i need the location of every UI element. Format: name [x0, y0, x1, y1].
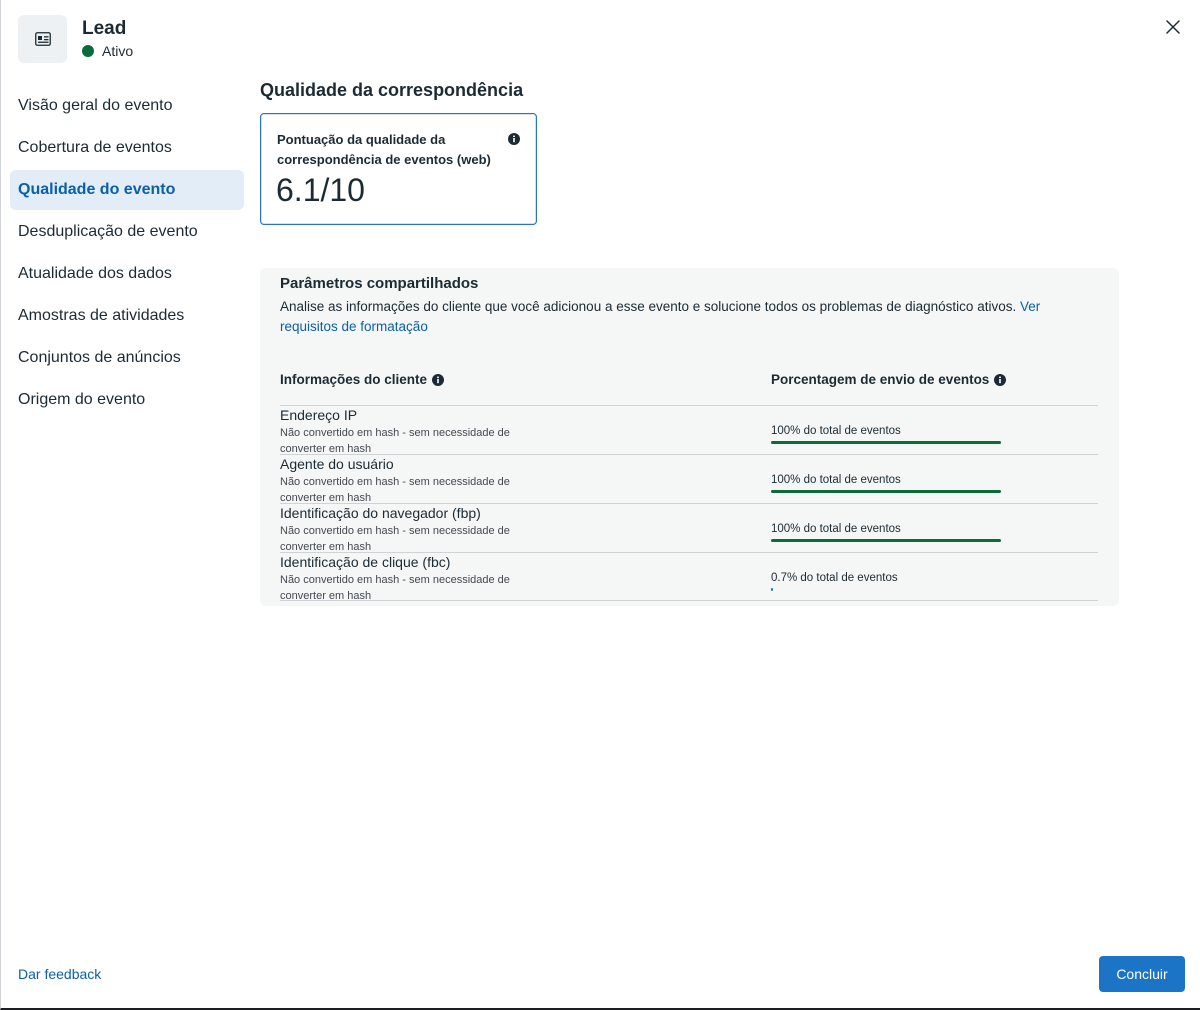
parameter-name: Endereço IP	[280, 407, 358, 423]
sidebar-item-cobertura[interactable]: Cobertura de eventos	[10, 128, 244, 168]
table-row: Identificação do navegador (fbp) Não con…	[280, 503, 1098, 553]
params-description-text: Analise as informações do cliente que vo…	[280, 299, 1020, 314]
column-header-send-percentage: Porcentagem de envio de eventos	[771, 372, 1007, 387]
close-button[interactable]	[1162, 16, 1184, 38]
sidebar-item-amostras[interactable]: Amostras de atividades	[10, 296, 244, 336]
progress-bar-fill	[771, 490, 1001, 493]
params-title: Parâmetros compartilhados	[280, 275, 479, 292]
progress-bar	[771, 441, 1001, 444]
progress-bar-fill	[771, 588, 774, 591]
info-icon[interactable]	[994, 373, 1007, 386]
table-row: Agente do usuário Não convertido em hash…	[280, 454, 1098, 504]
column-header-send-percentage-label: Porcentagem de envio de eventos	[771, 372, 990, 387]
progress-bar	[771, 588, 1001, 591]
sidebar-item-visao-geral[interactable]: Visão geral do evento	[10, 86, 244, 126]
score-value: 6.1/10	[276, 172, 365, 208]
parameter-note: Não convertido em hash - sem necessidade…	[280, 574, 510, 602]
sidebar-item-conjuntos[interactable]: Conjuntos de anúncios	[10, 338, 244, 378]
match-quality-score-card[interactable]: Pontuação da qualidade da correspondênci…	[260, 113, 537, 225]
status-badge: Ativo	[82, 43, 133, 59]
section-title: Qualidade da correspondência	[260, 80, 524, 100]
info-icon[interactable]	[432, 373, 445, 386]
parameter-name: Agente do usuário	[280, 456, 394, 472]
table-row: Endereço IP Não convertido em hash - sem…	[280, 405, 1098, 455]
table-row: Identificação de clique (fbc) Não conver…	[280, 552, 1098, 602]
contact-card-icon	[18, 15, 67, 63]
info-icon[interactable]	[508, 132, 520, 150]
params-description: Analise as informações do cliente que vo…	[280, 297, 1100, 337]
shared-parameters-panel: Parâmetros compartilhados Analise as inf…	[260, 268, 1119, 606]
column-header-client-info-label: Informações do cliente	[280, 372, 428, 387]
progress-bar	[771, 539, 1001, 542]
done-button[interactable]: Concluir	[1099, 956, 1185, 992]
status-dot	[82, 45, 94, 57]
score-label: Pontuação da qualidade da correspondênci…	[277, 132, 491, 167]
parameter-percentage: 100% do total de eventos	[771, 523, 901, 535]
sidebar-item-qualidade[interactable]: Qualidade do evento	[10, 170, 244, 210]
parameter-percentage: 0.7% do total de eventos	[771, 572, 898, 584]
parameter-name: Identificação de clique (fbc)	[280, 554, 451, 570]
parameters-table: Endereço IP Não convertido em hash - sem…	[280, 405, 1098, 602]
parameter-percentage: 100% do total de eventos	[771, 474, 901, 486]
sidebar-nav: Visão geral do evento Cobertura de event…	[10, 86, 244, 422]
event-title: Lead	[82, 18, 127, 39]
progress-bar-fill	[771, 539, 1001, 542]
parameter-note: Não convertido em hash - sem necessidade…	[280, 427, 510, 455]
progress-bar	[771, 490, 1001, 493]
parameter-percentage: 100% do total de eventos	[771, 425, 901, 437]
parameter-name: Identificação do navegador (fbp)	[280, 505, 481, 521]
sidebar-item-desduplicacao[interactable]: Desduplicação de evento	[10, 212, 244, 252]
column-header-client-info: Informações do cliente	[280, 372, 445, 387]
sidebar-item-origem[interactable]: Origem do evento	[10, 380, 244, 420]
progress-bar-fill	[771, 441, 1001, 444]
close-icon	[1166, 20, 1180, 34]
feedback-link[interactable]: Dar feedback	[18, 966, 101, 982]
sidebar-item-atualidade[interactable]: Atualidade dos dados	[10, 254, 244, 294]
parameter-note: Não convertido em hash - sem necessidade…	[280, 476, 510, 504]
parameter-note: Não convertido em hash - sem necessidade…	[280, 525, 510, 553]
status-label: Ativo	[102, 43, 134, 59]
